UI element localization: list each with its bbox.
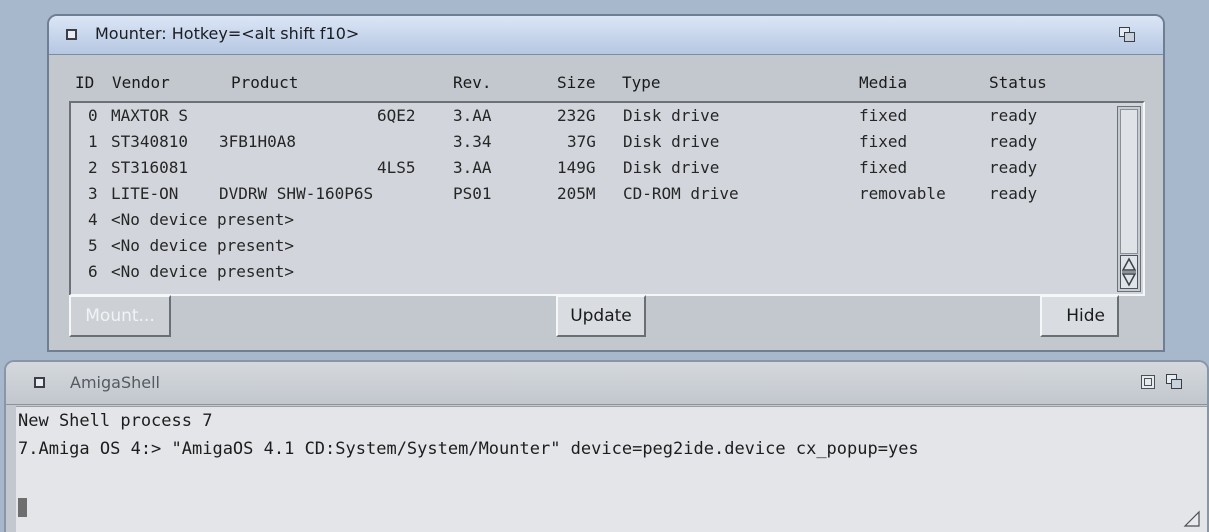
scroll-knob[interactable] [1120,109,1138,254]
table-row[interactable]: 4 <No device present> [71,207,1111,233]
row-vendor: ST316081 [111,158,189,177]
column-header-id: ID [75,73,95,92]
scroll-arrows-icon[interactable] [1120,255,1138,289]
row-status: ready [989,106,1038,125]
console-line: New Shell process 7 [18,411,213,431]
row-rev: 3.AA [453,158,492,177]
row-product: 4LS5 [377,158,416,177]
shell-window: AmigaShell New Shell process 7 7.Amiga O… [4,360,1209,532]
shell-title: AmigaShell [70,373,160,392]
row-size: 232G [557,106,596,125]
row-size: 37G [567,132,596,151]
row-product: DVDRW SHW-160P6S [219,184,374,203]
shell-console[interactable]: New Shell process 7 7.Amiga OS 4:> "Amig… [16,406,1207,532]
table-row[interactable]: 1 ST340810 3FB1H0A8 3.34 37G Disk drive … [71,129,1111,155]
hide-button[interactable]: Hide [1040,295,1119,337]
zoom-icon[interactable] [1141,375,1155,389]
row-vendor: <No device present> [111,262,295,281]
row-media: fixed [859,132,908,151]
table-row[interactable]: 5 <No device present> [71,233,1111,259]
row-type: Disk drive [623,106,720,125]
row-size: 149G [557,158,596,177]
row-rev: 3.AA [453,106,492,125]
depth-icon[interactable] [1119,27,1137,43]
row-vendor: <No device present> [111,236,295,255]
device-list[interactable]: 0 MAXTOR S 6QE2 3.AA 232G Disk drive fix… [69,101,1145,296]
mount-button[interactable]: Mount... [69,295,171,337]
row-type: CD-ROM drive [623,184,739,203]
row-product: 6QE2 [377,106,416,125]
column-header-status: Status [989,73,1047,92]
row-rev: PS01 [453,184,492,203]
row-media: removable [859,184,946,203]
table-row[interactable]: 0 MAXTOR S 6QE2 3.AA 232G Disk drive fix… [71,103,1111,129]
row-vendor: MAXTOR S [111,106,189,125]
row-media: fixed [859,158,908,177]
row-status: ready [989,158,1038,177]
mounter-title: Mounter: Hotkey=<alt shift f10> [95,24,360,43]
resize-icon[interactable] [1183,510,1201,528]
row-id: 0 [88,106,98,125]
table-row[interactable]: 3 LITE-ON DVDRW SHW-160P6S PS01 205M CD-… [71,181,1111,207]
update-button[interactable]: Update [556,295,646,337]
row-id: 5 [88,236,98,255]
column-header-media: Media [859,73,908,92]
depth-icon[interactable] [1166,374,1184,390]
column-header-vendor: Vendor [112,73,170,92]
column-header-rev: Rev. [453,73,492,92]
mounter-window: Mounter: Hotkey=<alt shift f10> ID Vendo… [47,14,1165,352]
row-vendor: <No device present> [111,210,295,229]
table-row[interactable]: 6 <No device present> [71,259,1111,285]
shell-title-bar[interactable]: AmigaShell [6,362,1207,405]
row-rev: 3.34 [453,132,492,151]
row-id: 3 [88,184,98,203]
close-icon[interactable] [66,29,77,40]
row-status: ready [989,132,1038,151]
row-id: 4 [88,210,98,229]
row-vendor: LITE-ON [111,184,179,203]
row-product: 3FB1H0A8 [219,132,297,151]
column-header-product: Product [231,73,299,92]
row-status: ready [989,184,1038,203]
column-header-size: Size [557,73,596,92]
vertical-scrollbar[interactable] [1117,106,1141,292]
console-line: 7.Amiga OS 4:> "AmigaOS 4.1 CD:System/Sy… [18,439,919,459]
row-id: 6 [88,262,98,281]
mounter-title-bar[interactable]: Mounter: Hotkey=<alt shift f10> [49,16,1163,55]
text-cursor [18,498,27,517]
column-header-type: Type [622,73,661,92]
close-icon[interactable] [34,377,45,388]
table-row[interactable]: 2 ST316081 4LS5 3.AA 149G Disk drive fix… [71,155,1111,181]
row-id: 1 [88,132,98,151]
row-vendor: ST340810 [111,132,189,151]
row-id: 2 [88,158,98,177]
row-type: Disk drive [623,132,720,151]
row-media: fixed [859,106,908,125]
row-type: Disk drive [623,158,720,177]
row-size: 205M [557,184,596,203]
